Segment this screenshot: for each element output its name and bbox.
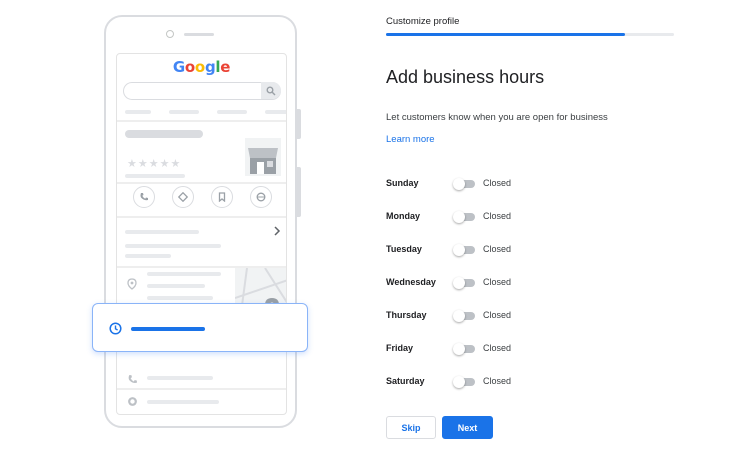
divider: [117, 120, 286, 122]
toggle-thumb: [453, 376, 465, 388]
day-row-sunday: Sunday Closed: [386, 176, 586, 192]
location-pin-icon: [127, 278, 137, 290]
page-title: Add business hours: [386, 67, 545, 87]
toggle-thumb: [453, 178, 465, 190]
open-toggle[interactable]: [453, 178, 475, 190]
day-row-tuesday: Tuesday Closed: [386, 242, 586, 258]
phone-call-icon: [133, 186, 155, 208]
skip-button[interactable]: Skip: [386, 416, 436, 439]
next-button[interactable]: Next: [442, 416, 493, 439]
placeholder-bar: [125, 110, 151, 114]
clock-icon: [109, 322, 122, 335]
day-row-thursday: Thursday Closed: [386, 308, 586, 324]
phone-illustration: Google ★★★★★: [104, 15, 301, 428]
open-toggle[interactable]: [453, 376, 475, 388]
day-status: Closed: [483, 244, 512, 254]
logo-letter: g: [204, 58, 216, 76]
placeholder-bar: [147, 272, 221, 276]
phone-screen: Google ★★★★★: [116, 53, 287, 415]
logo-letter: o: [194, 58, 205, 76]
day-name: Thursday: [386, 310, 427, 320]
phone-camera: [166, 30, 174, 38]
phone-side-button: [297, 109, 301, 139]
page-subtitle: Let customers know when you are open for…: [386, 112, 608, 123]
toggle-thumb: [453, 211, 465, 223]
day-name: Tuesday: [386, 244, 422, 254]
day-name: Sunday: [386, 178, 419, 188]
placeholder-bar: [265, 110, 286, 114]
directions-icon: [172, 186, 194, 208]
business-name-placeholder: [125, 130, 203, 138]
open-toggle[interactable]: [453, 277, 475, 289]
open-toggle[interactable]: [453, 343, 475, 355]
placeholder-bar: [217, 110, 247, 114]
open-toggle[interactable]: [453, 310, 475, 322]
day-name: Monday: [386, 211, 421, 221]
toggle-thumb: [453, 277, 465, 289]
placeholder-bar: [147, 296, 213, 300]
placeholder-bar: [125, 254, 171, 258]
placeholder-bar: [125, 244, 221, 248]
day-row-friday: Friday Closed: [386, 341, 586, 357]
day-name: Wednesday: [386, 277, 436, 287]
toggle-thumb: [453, 244, 465, 256]
divider: [117, 216, 286, 218]
bookmark-icon: [211, 186, 233, 208]
day-status: Closed: [483, 376, 512, 386]
day-status: Closed: [483, 277, 512, 287]
day-status: Closed: [483, 178, 512, 188]
learn-more-link[interactable]: Learn more: [386, 134, 435, 145]
toggle-thumb: [453, 343, 465, 355]
divider: [117, 388, 286, 390]
day-status: Closed: [483, 343, 512, 353]
logo-letter: o: [184, 58, 195, 76]
google-logo: Google: [117, 58, 286, 76]
phone-side-button: [297, 167, 301, 217]
website-globe-icon: [128, 397, 137, 406]
placeholder-bar: [147, 400, 219, 404]
phone-speaker: [184, 33, 214, 36]
day-status: Closed: [483, 310, 512, 320]
logo-letter: e: [220, 58, 231, 76]
hours-placeholder-bar: [131, 327, 205, 331]
day-row-monday: Monday Closed: [386, 209, 586, 225]
globe-icon: [250, 186, 272, 208]
placeholder-bar: [147, 284, 205, 288]
placeholder-bar: [125, 174, 185, 178]
storefront-icon: [245, 138, 281, 176]
search-icon: [261, 82, 281, 99]
mock-search-box: [123, 82, 281, 100]
open-toggle[interactable]: [453, 211, 475, 223]
day-status: Closed: [483, 211, 512, 221]
divider: [117, 182, 286, 184]
step-label: Customize profile: [386, 16, 460, 27]
rating-stars: ★★★★★: [127, 158, 182, 170]
day-name: Saturday: [386, 376, 425, 386]
day-row-saturday: Saturday Closed: [386, 374, 586, 390]
day-name: Friday: [386, 343, 414, 353]
progress-bar: [386, 33, 674, 36]
day-row-wednesday: Wednesday Closed: [386, 275, 586, 291]
toggle-thumb: [453, 310, 465, 322]
placeholder-bar: [125, 230, 199, 234]
business-hours-card-illustration: [92, 303, 308, 352]
placeholder-bar: [169, 110, 199, 114]
progress-bar-fill: [386, 33, 626, 36]
open-toggle[interactable]: [453, 244, 475, 256]
chevron-right-icon: [274, 226, 281, 236]
placeholder-bar: [147, 376, 213, 380]
logo-letter: G: [172, 58, 185, 76]
phone-icon: [128, 375, 137, 384]
